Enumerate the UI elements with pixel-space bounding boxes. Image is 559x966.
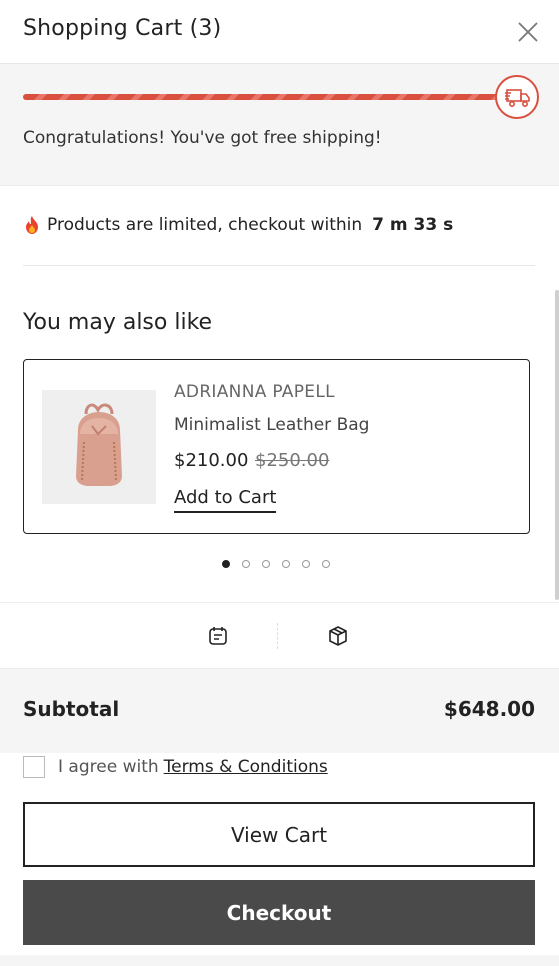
- free-shipping-panel: [0, 64, 559, 186]
- carousel-dot[interactable]: [322, 560, 330, 568]
- carousel-dot[interactable]: [282, 560, 290, 568]
- tool-divider: [277, 623, 278, 649]
- product-name[interactable]: Minimalist Leather Bag: [174, 415, 369, 435]
- terms-checkbox[interactable]: [23, 756, 45, 778]
- carousel-pagination: [222, 560, 330, 568]
- subtotal-value: $648.00: [443, 697, 535, 721]
- product-brand: ADRIANNA PAPELL: [174, 382, 335, 402]
- cart-header: Shopping Cart (3): [0, 0, 559, 64]
- truck-icon: [495, 75, 539, 119]
- cart-title: Shopping Cart (3): [23, 16, 222, 41]
- subtotal-panel: Subtotal $648.00: [0, 669, 559, 753]
- scrollbar[interactable]: [555, 290, 559, 600]
- product-image[interactable]: [42, 390, 156, 504]
- terms-prefix: I agree with: [58, 757, 159, 777]
- product-old-price: $250.00: [255, 450, 330, 471]
- checkout-button[interactable]: Checkout: [23, 880, 535, 945]
- close-icon[interactable]: [514, 18, 542, 46]
- carousel-dot[interactable]: [222, 560, 230, 568]
- carousel-dot[interactable]: [242, 560, 250, 568]
- terms-agreement: I agree with Terms & Conditions: [23, 754, 328, 780]
- carousel-dot[interactable]: [302, 560, 310, 568]
- carousel-dot[interactable]: [262, 560, 270, 568]
- urgency-message: Products are limited, checkout within: [47, 215, 363, 235]
- note-icon[interactable]: [207, 625, 229, 647]
- terms-link[interactable]: Terms & Conditions: [164, 757, 328, 777]
- product-price: $210.00: [174, 450, 249, 471]
- free-shipping-message: Congratulations! You've got free shippin…: [23, 128, 382, 148]
- checkout-urgency: Products are limited, checkout within 7 …: [23, 212, 453, 238]
- bottom-strip: [0, 955, 559, 966]
- view-cart-button[interactable]: View Cart: [23, 802, 535, 867]
- countdown-timer: 7 m 33 s: [372, 215, 454, 235]
- package-icon[interactable]: [327, 625, 349, 647]
- subtotal-label: Subtotal: [23, 697, 120, 721]
- add-to-cart-button[interactable]: Add to Cart: [174, 487, 277, 513]
- divider: [23, 265, 535, 266]
- shipping-progress-bar: [23, 94, 501, 100]
- fire-icon: [26, 216, 38, 234]
- recommendations-title: You may also like: [23, 310, 213, 335]
- product-card[interactable]: ADRIANNA PAPELL Minimalist Leather Bag $…: [23, 359, 530, 534]
- cart-tools: [0, 602, 559, 669]
